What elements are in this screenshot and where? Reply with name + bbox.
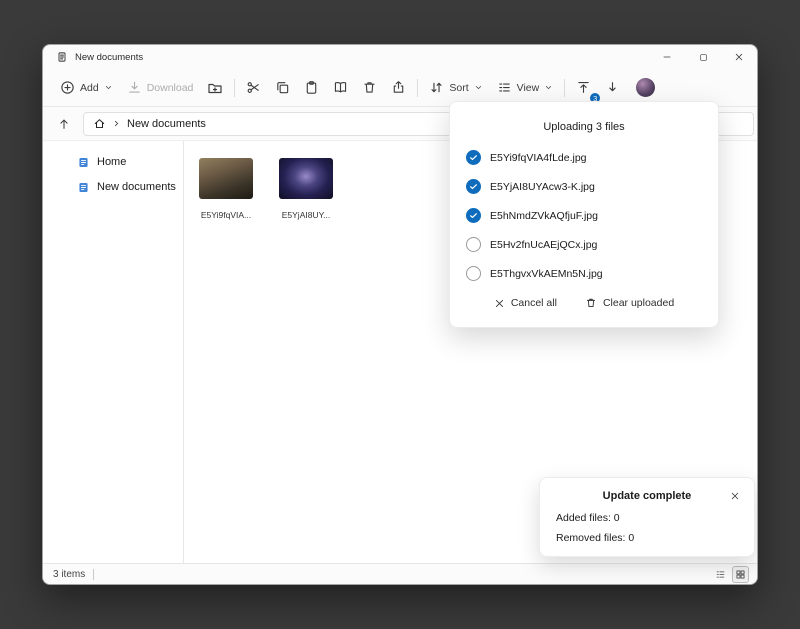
file-name: E5Yi9fqVIA... [201,210,251,220]
sidebar-item-label: New documents [97,181,176,193]
desktop-background: { "window": { "title": "New documents" }… [0,0,800,629]
file-tile[interactable]: E5Yi9fqVIA... [198,158,254,220]
item-count: 3 items [53,569,85,580]
document-icon [56,51,68,63]
window-controls [649,45,757,69]
toast-title: Update complete [556,490,738,502]
upload-item[interactable]: E5YjAI8UYAcw3-K.jpg [450,172,718,201]
minimize-button[interactable] [649,45,685,69]
clear-uploaded-label: Clear uploaded [603,297,674,309]
upload-progress-button[interactable]: 3 [569,73,598,102]
grid-view-icon[interactable] [733,567,748,582]
cancel-all-button[interactable]: Cancel all [494,297,557,309]
sidebar: Home New documents [43,141,184,563]
toolbar-separator [417,79,418,97]
paste-button[interactable] [297,73,326,102]
add-button-label: Add [80,82,99,94]
home-folder-icon [77,156,90,169]
statusbar-divider [93,569,94,580]
sidebar-item-home[interactable]: Home [43,150,179,174]
delete-button[interactable] [355,73,384,102]
maximize-button[interactable] [685,45,721,69]
sidebar-item-label: Home [97,156,126,168]
navigate-up-button[interactable] [51,111,77,137]
copy-icon [275,80,290,95]
share-icon [391,80,406,95]
upload-panel: Uploading 3 files E5Yi9fqVIA4fLde.jpg E5… [449,101,719,328]
scissors-icon [246,80,261,95]
upload-panel-title: Uploading 3 files [450,102,718,143]
titlebar: New documents [43,45,757,69]
upload-item-name: E5ThgvxVkAEMn5N.jpg [490,268,603,280]
upload-item[interactable]: E5ThgvxVkAEMn5N.jpg [450,259,718,288]
upload-item-name: E5Yi9fqVIA4fLde.jpg [490,152,587,164]
file-thumbnail [199,158,253,199]
clear-uploaded-button[interactable]: Clear uploaded [585,297,674,309]
status-bar: 3 items [43,563,757,584]
user-avatar[interactable] [636,78,655,97]
titlebar-left: New documents [56,51,143,63]
add-circle-icon [60,80,75,95]
app-window: New documents Add Download [42,44,758,585]
toast-close-icon[interactable] [727,488,743,504]
close-button[interactable] [721,45,757,69]
upload-panel-actions: Cancel all Clear uploaded [450,297,718,309]
upload-status-icon [466,237,481,252]
breadcrumb[interactable]: New documents [127,118,206,130]
view-icon [497,80,512,95]
cut-button[interactable] [239,73,268,102]
upload-status-icon [466,179,481,194]
upload-icon [576,80,591,95]
toast-removed-files: Removed files: 0 [556,532,738,544]
sidebar-item-new-documents[interactable]: New documents [43,175,179,199]
copy-button[interactable] [268,73,297,102]
home-icon [93,117,106,130]
view-button-label: View [517,82,540,94]
upload-item[interactable]: E5hNmdZVkAQfjuF.jpg [450,201,718,230]
details-view-icon[interactable] [713,567,728,582]
download-button[interactable]: Download [120,73,201,102]
download-button-label: Download [147,82,194,94]
view-toggle-group [713,567,748,582]
rename-button[interactable] [326,73,355,102]
window-title: New documents [75,52,143,63]
rename-icon [333,80,348,95]
new-folder-button[interactable] [200,73,230,102]
sort-button-label: Sort [449,82,468,94]
view-button[interactable]: View [490,73,561,102]
download-arrow-icon [605,80,620,95]
new-folder-icon [207,80,223,96]
cancel-x-icon [494,298,505,309]
upload-item-name: E5YjAI8UYAcw3-K.jpg [490,181,595,193]
toolbar-separator [564,79,565,97]
upload-status-icon [466,208,481,223]
upload-status-icon [466,150,481,165]
cancel-all-label: Cancel all [511,297,557,309]
file-name: E5YjAI8UY... [282,210,331,220]
chevron-down-icon [104,83,113,92]
trash-icon [362,80,377,95]
download-icon [127,80,142,95]
file-tile[interactable]: E5YjAI8UY... [278,158,334,220]
toast-added-files: Added files: 0 [556,512,738,524]
upload-status-icon [466,266,481,281]
paste-icon [304,80,319,95]
toolbar-separator [234,79,235,97]
sort-icon [429,80,444,95]
chevron-down-icon [474,83,483,92]
upload-item[interactable]: E5Hv2fnUcAEjQCx.jpg [450,230,718,259]
file-thumbnail [279,158,333,199]
upload-item-name: E5hNmdZVkAQfjuF.jpg [490,210,598,222]
share-button[interactable] [384,73,413,102]
chevron-down-icon [544,83,553,92]
update-toast: Update complete Added files: 0 Removed f… [539,477,755,557]
upload-item-name: E5Hv2fnUcAEjQCx.jpg [490,239,597,251]
add-button[interactable]: Add [53,73,120,102]
trash-icon [585,297,597,309]
sort-button[interactable]: Sort [422,73,489,102]
documents-folder-icon [77,181,90,194]
upload-item[interactable]: E5Yi9fqVIA4fLde.jpg [450,143,718,172]
chevron-right-icon [112,119,121,128]
download-queue-button[interactable] [598,73,627,102]
